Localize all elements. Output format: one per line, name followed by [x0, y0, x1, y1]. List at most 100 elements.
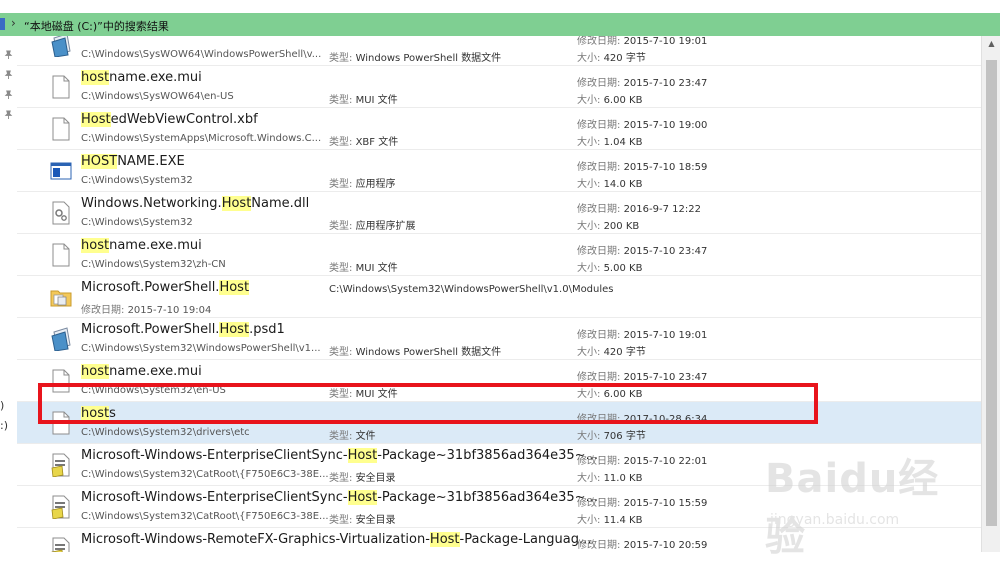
- file-name[interactable]: hostname.exe.mui: [81, 238, 202, 253]
- file-size-value: 6.00 KB: [603, 389, 643, 400]
- modified-date-label: 修改日期:: [577, 120, 624, 131]
- file-type: 类型: 安全目录: [329, 511, 396, 526]
- file-size-value: 420 字节: [603, 53, 646, 64]
- search-location-breadcrumb[interactable]: “本地磁盘 (C:)”中的搜索结果: [24, 18, 169, 34]
- file-size-label: 大小:: [577, 389, 604, 400]
- result-row[interactable]: Microsoft.PowerShell.Host C:\Windows\Syst…: [17, 276, 981, 318]
- search-term-highlight: host: [81, 406, 110, 421]
- pin-icon[interactable]: [4, 110, 13, 119]
- blank-file-icon: [50, 75, 72, 99]
- pin-icon[interactable]: [4, 50, 13, 59]
- file-size: 大小: 11.0 KB: [577, 469, 642, 484]
- vertical-scrollbar[interactable]: ▲: [981, 36, 1000, 552]
- psd1-file-icon: [50, 327, 72, 351]
- scroll-thumb[interactable]: [986, 60, 997, 526]
- pin-icon[interactable]: [4, 70, 13, 79]
- file-type: 类型: 应用程序: [329, 175, 396, 190]
- pin-icon[interactable]: [4, 90, 13, 99]
- modified-date-value: 2015-7-10 19:04: [127, 305, 212, 316]
- modified-date-label: 修改日期:: [577, 36, 624, 47]
- blank-file-icon: [50, 117, 72, 141]
- modified-date-value: 2015-7-10 15:59: [623, 498, 708, 509]
- file-type: 类型: 应用程序扩展: [329, 217, 416, 232]
- result-row[interactable]: Microsoft-Windows-EnterpriseClientSync-H…: [17, 486, 981, 528]
- file-type-value: MUI 文件: [355, 95, 398, 106]
- file-type-value: Windows PowerShell 数据文件: [355, 347, 502, 358]
- result-row[interactable]: Microsoft.PowerShell.Host.psd1 C:\Windows…: [17, 318, 981, 360]
- result-row-selected[interactable]: hosts C:\Windows\System32\drivers\etc 类型: …: [17, 402, 981, 444]
- search-results-list[interactable]: C:\Windows\SysWOW64\WindowsPowerShell\v.…: [17, 36, 981, 552]
- modified-date: 修改日期: 2015-7-10 23:47: [577, 242, 707, 257]
- file-size-value: 11.4 KB: [603, 515, 643, 526]
- file-size: 大小: 706 字节: [577, 427, 646, 442]
- result-row[interactable]: Windows.Networking.HostName.dll C:\Window…: [17, 192, 981, 234]
- file-size: 大小: 6.00 KB: [577, 385, 642, 400]
- file-path: C:\Windows\System32: [81, 217, 193, 228]
- result-row[interactable]: hostname.exe.mui C:\Windows\System32\en-U…: [17, 360, 981, 402]
- file-name[interactable]: hostname.exe.mui: [81, 70, 202, 85]
- modified-date: 修改日期: 2015-7-10 19:00: [577, 116, 707, 131]
- file-type: 类型: XBF 文件: [329, 133, 398, 148]
- breadcrumb-chevron-icon[interactable]: ›: [11, 16, 16, 30]
- file-type-value: 应用程序: [355, 179, 396, 190]
- modified-date-value: 2015-7-10 22:01: [623, 456, 708, 467]
- scroll-up-arrow-icon[interactable]: ▲: [982, 36, 1000, 52]
- result-row[interactable]: HostedWebViewControl.xbf C:\Windows\Syste…: [17, 108, 981, 150]
- file-name[interactable]: Microsoft-Windows-RemoteFX-Graphics-Virt…: [81, 532, 591, 547]
- modified-date: 修改日期: 2016-9-7 12:22: [577, 200, 701, 215]
- file-path: C:\Windows\System32\CatRoot\{F750E6C3-38…: [81, 469, 329, 480]
- result-row[interactable]: hostname.exe.mui C:\Windows\SysWOW64\en-U…: [17, 66, 981, 108]
- modified-date-label: 修改日期:: [577, 78, 624, 89]
- file-size-label: 大小:: [577, 179, 604, 190]
- file-name[interactable]: Microsoft-Windows-EnterpriseClientSync-H…: [81, 448, 598, 463]
- file-size-label: 大小:: [577, 53, 604, 64]
- modified-date-label: 修改日期:: [577, 246, 624, 257]
- file-name[interactable]: hostname.exe.mui: [81, 364, 202, 379]
- file-type: 类型: Windows PowerShell 数据文件: [329, 343, 501, 358]
- file-path: C:\Windows\System32: [81, 175, 193, 186]
- file-type-value: 应用程序扩展: [355, 221, 416, 232]
- blank-file-icon: [50, 243, 72, 267]
- file-type: 类型: 文件: [329, 427, 376, 442]
- nav-item-cut-label[interactable]: ): [0, 399, 4, 412]
- file-path: C:\Windows\System32\drivers\etc: [81, 427, 250, 438]
- result-row[interactable]: Microsoft-Windows-RemoteFX-Graphics-Virt…: [17, 528, 981, 552]
- search-term-highlight: Host: [219, 280, 250, 295]
- file-type-label: 类型:: [329, 53, 356, 64]
- modified-date-label: 修改日期:: [577, 498, 624, 509]
- modified-date-value: 2015-7-10 19:01: [623, 330, 708, 341]
- result-row[interactable]: HOSTNAME.EXE C:\Windows\System32 类型: 应用程序 修…: [17, 150, 981, 192]
- file-name[interactable]: hosts: [81, 406, 116, 421]
- modified-date: 修改日期: 2015-7-10 23:47: [577, 368, 707, 383]
- file-size: 大小: 420 字节: [577, 49, 646, 64]
- file-type-value: 文件: [355, 431, 376, 442]
- file-size-label: 大小:: [577, 221, 604, 232]
- file-path: C:\Windows\SystemApps\Microsoft.Windows.…: [81, 133, 322, 144]
- file-name[interactable]: Microsoft.PowerShell.Host.psd1: [81, 322, 285, 337]
- file-name[interactable]: HOSTNAME.EXE: [81, 154, 185, 169]
- file-name[interactable]: Microsoft-Windows-EnterpriseClientSync-H…: [81, 490, 598, 505]
- search-term-highlight: host: [81, 238, 110, 253]
- address-bar[interactable]: › “本地磁盘 (C:)”中的搜索结果: [0, 13, 1000, 36]
- modified-date-label: 修改日期:: [577, 414, 624, 425]
- file-size: 大小: 14.0 KB: [577, 175, 642, 190]
- modified-date-label: 修改日期:: [577, 330, 624, 341]
- psd1-file-icon: [50, 36, 72, 57]
- modified-date-value: 2015-7-10 20:59: [623, 540, 708, 551]
- modified-date-label: 修改日期:: [577, 162, 624, 173]
- result-row[interactable]: C:\Windows\SysWOW64\WindowsPowerShell\v.…: [17, 36, 981, 66]
- file-type-label: 类型:: [329, 389, 356, 400]
- result-row[interactable]: hostname.exe.mui C:\Windows\System32\zh-C…: [17, 234, 981, 276]
- result-row[interactable]: Microsoft-Windows-EnterpriseClientSync-H…: [17, 444, 981, 486]
- navigation-icon[interactable]: [0, 18, 5, 30]
- file-size: 大小: 6.00 KB: [577, 91, 642, 106]
- modified-date-value: 2015-7-10 23:47: [623, 246, 708, 257]
- file-name[interactable]: Microsoft.PowerShell.Host: [81, 280, 250, 295]
- file-size: 大小: 420 字节: [577, 343, 646, 358]
- nav-item-cut-label[interactable]: :): [0, 419, 8, 432]
- file-name[interactable]: Windows.Networking.HostName.dll: [81, 196, 309, 211]
- navigation-pane[interactable]: ) :): [0, 36, 18, 552]
- file-type-value: 安全目录: [355, 473, 396, 484]
- file-name[interactable]: HostedWebViewControl.xbf: [81, 112, 258, 127]
- file-size: 大小: 1.04 KB: [577, 133, 642, 148]
